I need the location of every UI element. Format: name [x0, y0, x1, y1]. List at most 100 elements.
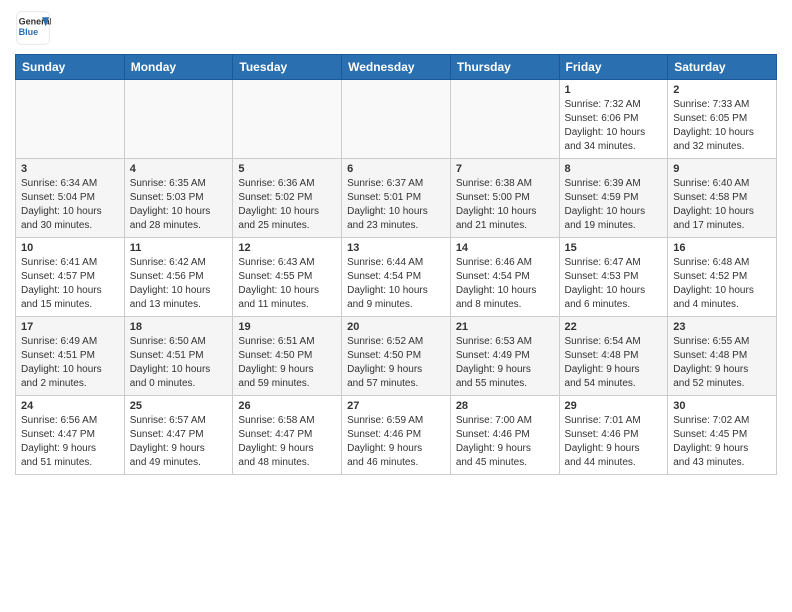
day-info: Sunrise: 6:54 AM Sunset: 4:48 PM Dayligh… — [565, 335, 663, 391]
day-number: 22 — [565, 321, 663, 333]
day-info: Sunrise: 7:00 AM Sunset: 4:46 PM Dayligh… — [456, 414, 554, 470]
day-info: Sunrise: 6:37 AM Sunset: 5:01 PM Dayligh… — [347, 177, 445, 233]
day-number: 15 — [565, 242, 663, 254]
calendar-header-sunday: Sunday — [16, 55, 125, 80]
calendar-header-thursday: Thursday — [450, 55, 559, 80]
calendar-week-row: 1 Sunrise: 7:32 AM Sunset: 6:06 PM Daylig… — [16, 80, 777, 159]
calendar-cell: 14 Sunrise: 6:46 AM Sunset: 4:54 PM Dayli… — [450, 238, 559, 317]
day-info: Sunrise: 6:50 AM Sunset: 4:51 PM Dayligh… — [130, 335, 228, 391]
day-info: Sunrise: 6:49 AM Sunset: 4:51 PM Dayligh… — [21, 335, 119, 391]
day-info: Sunrise: 6:59 AM Sunset: 4:46 PM Dayligh… — [347, 414, 445, 470]
calendar-week-row: 3Sunrise: 6:34 AM Sunset: 5:04 PM Daylig… — [16, 159, 777, 238]
calendar-cell: 26Sunrise: 6:58 AM Sunset: 4:47 PM Dayli… — [233, 396, 342, 475]
day-info: Sunrise: 6:39 AM Sunset: 4:59 PM Dayligh… — [565, 177, 663, 233]
calendar-cell — [342, 80, 451, 159]
calendar-cell: 11 Sunrise: 6:42 AM Sunset: 4:56 PM Dayli… — [124, 238, 233, 317]
day-info: Sunrise: 6:56 AM Sunset: 4:47 PM Dayligh… — [21, 414, 119, 470]
day-info: Sunrise: 6:47 AM Sunset: 4:53 PM Dayligh… — [565, 256, 663, 312]
logo-icon: General Blue — [15, 10, 51, 46]
calendar-cell: 13 Sunrise: 6:44 AM Sunset: 4:54 PM Dayli… — [342, 238, 451, 317]
calendar-cell: 7Sunrise: 6:38 AM Sunset: 5:00 PM Daylig… — [450, 159, 559, 238]
day-number: 29 — [565, 400, 663, 412]
day-info: Sunrise: 6:44 AM Sunset: 4:54 PM Dayligh… — [347, 256, 445, 312]
calendar-cell: 16 Sunrise: 6:48 AM Sunset: 4:52 PM Dayli… — [668, 238, 777, 317]
calendar-header-wednesday: Wednesday — [342, 55, 451, 80]
day-info: Sunrise: 7:33 AM Sunset: 6:05 PM Dayligh… — [673, 98, 771, 154]
day-number: 20 — [347, 321, 445, 333]
day-number: 1 — [565, 84, 663, 96]
calendar-cell: 10 Sunrise: 6:41 AM Sunset: 4:57 PM Dayli… — [16, 238, 125, 317]
day-info: Sunrise: 6:41 AM Sunset: 4:57 PM Dayligh… — [21, 256, 119, 312]
calendar-week-row: 17 Sunrise: 6:49 AM Sunset: 4:51 PM Dayli… — [16, 317, 777, 396]
day-number: 6 — [347, 163, 445, 175]
day-number: 16 — [673, 242, 771, 254]
day-info: Sunrise: 6:43 AM Sunset: 4:55 PM Dayligh… — [238, 256, 336, 312]
day-number: 19 — [238, 321, 336, 333]
day-number: 23 — [673, 321, 771, 333]
calendar-cell: 15 Sunrise: 6:47 AM Sunset: 4:53 PM Dayli… — [559, 238, 668, 317]
page-header: General Blue — [15, 10, 777, 46]
calendar-header-monday: Monday — [124, 55, 233, 80]
calendar-cell: 2 Sunrise: 7:33 AM Sunset: 6:05 PM Daylig… — [668, 80, 777, 159]
day-info: Sunrise: 7:01 AM Sunset: 4:46 PM Dayligh… — [565, 414, 663, 470]
day-info: Sunrise: 7:32 AM Sunset: 6:06 PM Dayligh… — [565, 98, 663, 154]
day-number: 21 — [456, 321, 554, 333]
day-number: 13 — [347, 242, 445, 254]
day-info: Sunrise: 6:51 AM Sunset: 4:50 PM Dayligh… — [238, 335, 336, 391]
calendar-cell: 5Sunrise: 6:36 AM Sunset: 5:02 PM Daylig… — [233, 159, 342, 238]
day-info: Sunrise: 6:58 AM Sunset: 4:47 PM Dayligh… — [238, 414, 336, 470]
calendar-cell — [450, 80, 559, 159]
calendar-cell — [124, 80, 233, 159]
day-info: Sunrise: 6:57 AM Sunset: 4:47 PM Dayligh… — [130, 414, 228, 470]
calendar-cell: 30 Sunrise: 7:02 AM Sunset: 4:45 PM Dayli… — [668, 396, 777, 475]
day-number: 24 — [21, 400, 119, 412]
calendar-cell: 24 Sunrise: 6:56 AM Sunset: 4:47 PM Dayli… — [16, 396, 125, 475]
day-number: 11 — [130, 242, 228, 254]
day-info: Sunrise: 6:52 AM Sunset: 4:50 PM Dayligh… — [347, 335, 445, 391]
day-number: 12 — [238, 242, 336, 254]
day-number: 30 — [673, 400, 771, 412]
day-number: 8 — [565, 163, 663, 175]
calendar-cell — [233, 80, 342, 159]
calendar-cell: 19 Sunrise: 6:51 AM Sunset: 4:50 PM Dayli… — [233, 317, 342, 396]
day-number: 27 — [347, 400, 445, 412]
calendar-week-row: 24 Sunrise: 6:56 AM Sunset: 4:47 PM Dayli… — [16, 396, 777, 475]
calendar-cell: 17 Sunrise: 6:49 AM Sunset: 4:51 PM Dayli… — [16, 317, 125, 396]
calendar-cell: 22 Sunrise: 6:54 AM Sunset: 4:48 PM Dayli… — [559, 317, 668, 396]
calendar-cell: 9 Sunrise: 6:40 AM Sunset: 4:58 PM Daylig… — [668, 159, 777, 238]
calendar-cell: 27 Sunrise: 6:59 AM Sunset: 4:46 PM Dayli… — [342, 396, 451, 475]
calendar-week-row: 10 Sunrise: 6:41 AM Sunset: 4:57 PM Dayli… — [16, 238, 777, 317]
day-info: Sunrise: 7:02 AM Sunset: 4:45 PM Dayligh… — [673, 414, 771, 470]
calendar-cell: 6 Sunrise: 6:37 AM Sunset: 5:01 PM Daylig… — [342, 159, 451, 238]
day-info: Sunrise: 6:48 AM Sunset: 4:52 PM Dayligh… — [673, 256, 771, 312]
day-number: 14 — [456, 242, 554, 254]
day-number: 25 — [130, 400, 228, 412]
calendar-cell: 3Sunrise: 6:34 AM Sunset: 5:04 PM Daylig… — [16, 159, 125, 238]
calendar-cell: 28 Sunrise: 7:00 AM Sunset: 4:46 PM Dayli… — [450, 396, 559, 475]
calendar-cell: 21 Sunrise: 6:53 AM Sunset: 4:49 PM Dayli… — [450, 317, 559, 396]
day-number: 17 — [21, 321, 119, 333]
svg-text:Blue: Blue — [19, 27, 39, 37]
day-number: 9 — [673, 163, 771, 175]
day-number: 18 — [130, 321, 228, 333]
calendar-cell: 29 Sunrise: 7:01 AM Sunset: 4:46 PM Dayli… — [559, 396, 668, 475]
calendar-header-friday: Friday — [559, 55, 668, 80]
day-info: Sunrise: 6:34 AM Sunset: 5:04 PM Dayligh… — [21, 177, 119, 233]
day-number: 10 — [21, 242, 119, 254]
day-info: Sunrise: 6:42 AM Sunset: 4:56 PM Dayligh… — [130, 256, 228, 312]
day-info: Sunrise: 6:46 AM Sunset: 4:54 PM Dayligh… — [456, 256, 554, 312]
day-number: 28 — [456, 400, 554, 412]
logo: General Blue — [15, 10, 51, 46]
day-number: 7 — [456, 163, 554, 175]
calendar-table: SundayMondayTuesdayWednesdayThursdayFrid… — [15, 54, 777, 475]
day-number: 4 — [130, 163, 228, 175]
calendar-cell: 12 Sunrise: 6:43 AM Sunset: 4:55 PM Dayli… — [233, 238, 342, 317]
day-number: 2 — [673, 84, 771, 96]
calendar-cell: 25 Sunrise: 6:57 AM Sunset: 4:47 PM Dayli… — [124, 396, 233, 475]
day-info: Sunrise: 6:53 AM Sunset: 4:49 PM Dayligh… — [456, 335, 554, 391]
calendar-header-row: SundayMondayTuesdayWednesdayThursdayFrid… — [16, 55, 777, 80]
calendar-cell: 1 Sunrise: 7:32 AM Sunset: 6:06 PM Daylig… — [559, 80, 668, 159]
day-info: Sunrise: 6:40 AM Sunset: 4:58 PM Dayligh… — [673, 177, 771, 233]
day-info: Sunrise: 6:36 AM Sunset: 5:02 PM Dayligh… — [238, 177, 336, 233]
calendar-cell: 18 Sunrise: 6:50 AM Sunset: 4:51 PM Dayli… — [124, 317, 233, 396]
